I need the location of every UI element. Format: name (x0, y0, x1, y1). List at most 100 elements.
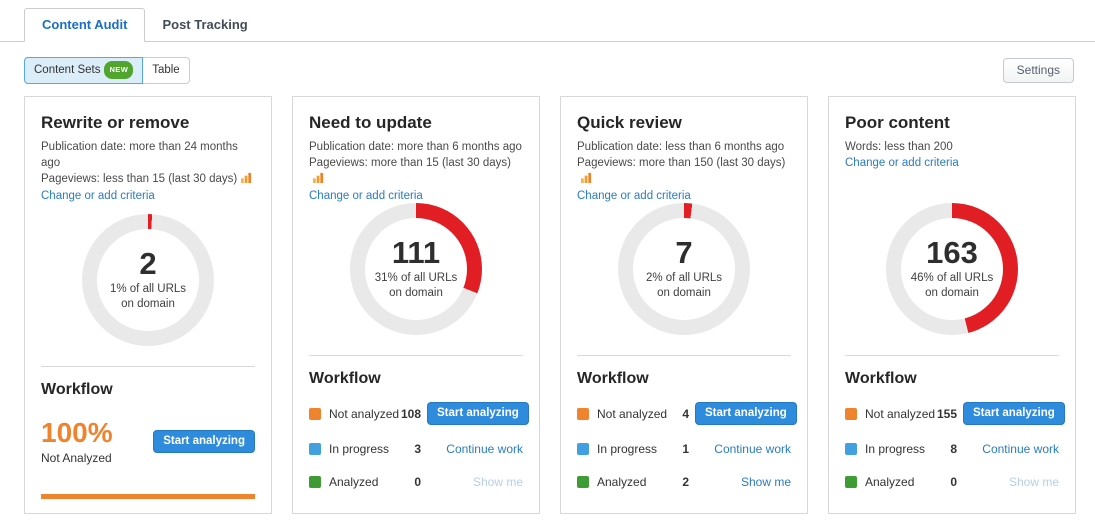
workflow-row-action: Start analyzing (963, 402, 1059, 425)
continue-work-link[interactable]: Continue work (714, 442, 791, 456)
workflow-heading: Workflow (41, 381, 255, 399)
continue-work-link[interactable]: Continue work (446, 442, 523, 456)
start-analyzing-button[interactable]: Start analyzing (153, 430, 255, 453)
show-me-link: Show me (473, 475, 523, 489)
criteria-text: Words: less than 200 (845, 141, 953, 153)
section-divider (577, 355, 791, 356)
workflow-row: In progress1 Continue work (577, 440, 791, 458)
show-me-link[interactable]: Show me (741, 475, 791, 489)
donut-center: 16346% of all URLson domain (886, 203, 1018, 335)
workflow-summary: 100%Not Analyzed (41, 418, 113, 465)
workflow-row-label: Not analyzed (865, 407, 937, 421)
criteria-text: Pageviews: less than 15 (last 30 days) (41, 173, 237, 185)
workflow-row-action: Start analyzing (695, 402, 791, 425)
tab-post-tracking[interactable]: Post Tracking (145, 9, 264, 41)
content-sets-label: Content Sets (34, 64, 100, 76)
tab-content-audit[interactable]: Content Audit (24, 8, 145, 42)
donut-center: 72% of all URLson domain (618, 203, 750, 335)
donut-sublabel: on domain (121, 297, 175, 312)
progress-segment (41, 494, 255, 499)
new-badge: NEW (104, 61, 133, 79)
workflow-row-label: Not analyzed (329, 407, 401, 421)
view-toggle-content-sets[interactable]: Content Sets NEW (24, 57, 143, 84)
section-divider (845, 355, 1059, 356)
section-divider (309, 355, 523, 356)
criteria-block: Publication date: less than 6 months ago… (577, 139, 791, 193)
start-analyzing-button[interactable]: Start analyzing (427, 402, 529, 425)
start-analyzing-button[interactable]: Start analyzing (695, 402, 797, 425)
workflow-row-count: 0 (401, 475, 427, 489)
workflow-row-label: Analyzed (329, 475, 401, 489)
change-criteria-link[interactable]: Change or add criteria (845, 155, 1059, 171)
workflow-row-action: Start analyzing (427, 402, 523, 425)
donut-sublabel: 1% of all URLs (110, 282, 186, 297)
workflow-row: Analyzed0 Show me (309, 473, 523, 491)
content-sets-cards: Rewrite or remove Publication date: more … (24, 96, 1076, 514)
donut-ring: 11131% of all URLson domain (350, 203, 482, 335)
donut-ring: 72% of all URLson domain (618, 203, 750, 335)
workflow-row-count: 1 (669, 442, 695, 456)
content-set-card-quick-review: Quick review Publication date: less than … (560, 96, 808, 514)
workflow-row-action: Show me (427, 473, 523, 491)
workflow-row-count: 8 (937, 442, 963, 456)
workflow-heading: Workflow (845, 370, 1059, 388)
view-toggle-table[interactable]: Table (142, 57, 190, 84)
card-title: Rewrite or remove (41, 113, 255, 133)
not-analyzed-swatch (309, 408, 321, 420)
workflow-row-label: In progress (329, 442, 401, 456)
criteria-block: Publication date: more than 24 months ag… (41, 139, 255, 204)
workflow-body: Not analyzed108Start analyzingIn progres… (309, 400, 523, 506)
workflow-row-label: Analyzed (597, 475, 669, 489)
section-divider (41, 366, 255, 367)
card-title: Need to update (309, 113, 523, 133)
content-audit-page: Content Audit Post Tracking Content Sets… (0, 8, 1095, 514)
card-title: Quick review (577, 113, 791, 133)
workflow-row-action: Show me (963, 473, 1059, 491)
donut-sublabel: 2% of all URLs (646, 271, 722, 286)
donut-value: 111 (392, 237, 440, 270)
workflow-row: In progress8 Continue work (845, 440, 1059, 458)
donut-center: 11131% of all URLson domain (350, 203, 482, 335)
workflow-body: Not analyzed4Start analyzingIn progress1… (577, 400, 791, 506)
start-analyzing-button[interactable]: Start analyzing (963, 402, 1065, 425)
change-criteria-link[interactable]: Change or add criteria (309, 188, 523, 204)
tab-bar: Content Audit Post Tracking (0, 8, 1095, 42)
settings-button[interactable]: Settings (1003, 58, 1074, 83)
workflow-row-count: 155 (937, 407, 963, 421)
analytics-icon (581, 172, 592, 188)
criteria-line: Publication date: more than 24 months ag… (41, 139, 255, 171)
workflow-row: Not analyzed155Start analyzing (845, 402, 1059, 425)
donut-value: 7 (675, 237, 692, 270)
workflow-row-action: Show me (695, 473, 791, 491)
change-criteria-link[interactable]: Change or add criteria (577, 188, 791, 204)
continue-work-link[interactable]: Continue work (982, 442, 1059, 456)
analyzed-swatch (309, 476, 321, 488)
criteria-text: Pageviews: more than 150 (last 30 days) (577, 157, 785, 169)
donut-chart: 16346% of all URLson domain (845, 203, 1059, 335)
donut-sublabel: 31% of all URLs (375, 271, 457, 286)
workflow-row-count: 3 (401, 442, 427, 456)
criteria-text: Publication date: more than 24 months ag… (41, 141, 238, 169)
not-analyzed-swatch (577, 408, 589, 420)
criteria-block: Words: less than 200 Change or add criter… (845, 139, 1059, 193)
in-progress-swatch (577, 443, 589, 455)
workflow-row: Analyzed0Show me (845, 473, 1059, 491)
donut-sublabel: on domain (389, 286, 443, 301)
view-toggle: Content Sets NEW Table (24, 57, 190, 84)
donut-sublabel: 46% of all URLs (911, 271, 993, 286)
workflow-body: Not analyzed155Start analyzing In progres… (845, 400, 1059, 506)
analytics-icon (241, 172, 252, 188)
workflow-row-label: In progress (865, 442, 937, 456)
workflow-row: Analyzed2 Show me (577, 473, 791, 491)
analytics-icon (313, 172, 324, 188)
criteria-block: Publication date: more than 6 months ago… (309, 139, 523, 193)
show-me-link: Show me (1009, 475, 1059, 489)
analyzed-swatch (845, 476, 857, 488)
workflow-row-count: 2 (669, 475, 695, 489)
change-criteria-link[interactable]: Change or add criteria (41, 188, 255, 204)
donut-sublabel: on domain (657, 286, 711, 301)
donut-value: 2 (139, 248, 156, 281)
workflow-row-label: In progress (597, 442, 669, 456)
analyzed-swatch (577, 476, 589, 488)
not-analyzed-swatch (845, 408, 857, 420)
